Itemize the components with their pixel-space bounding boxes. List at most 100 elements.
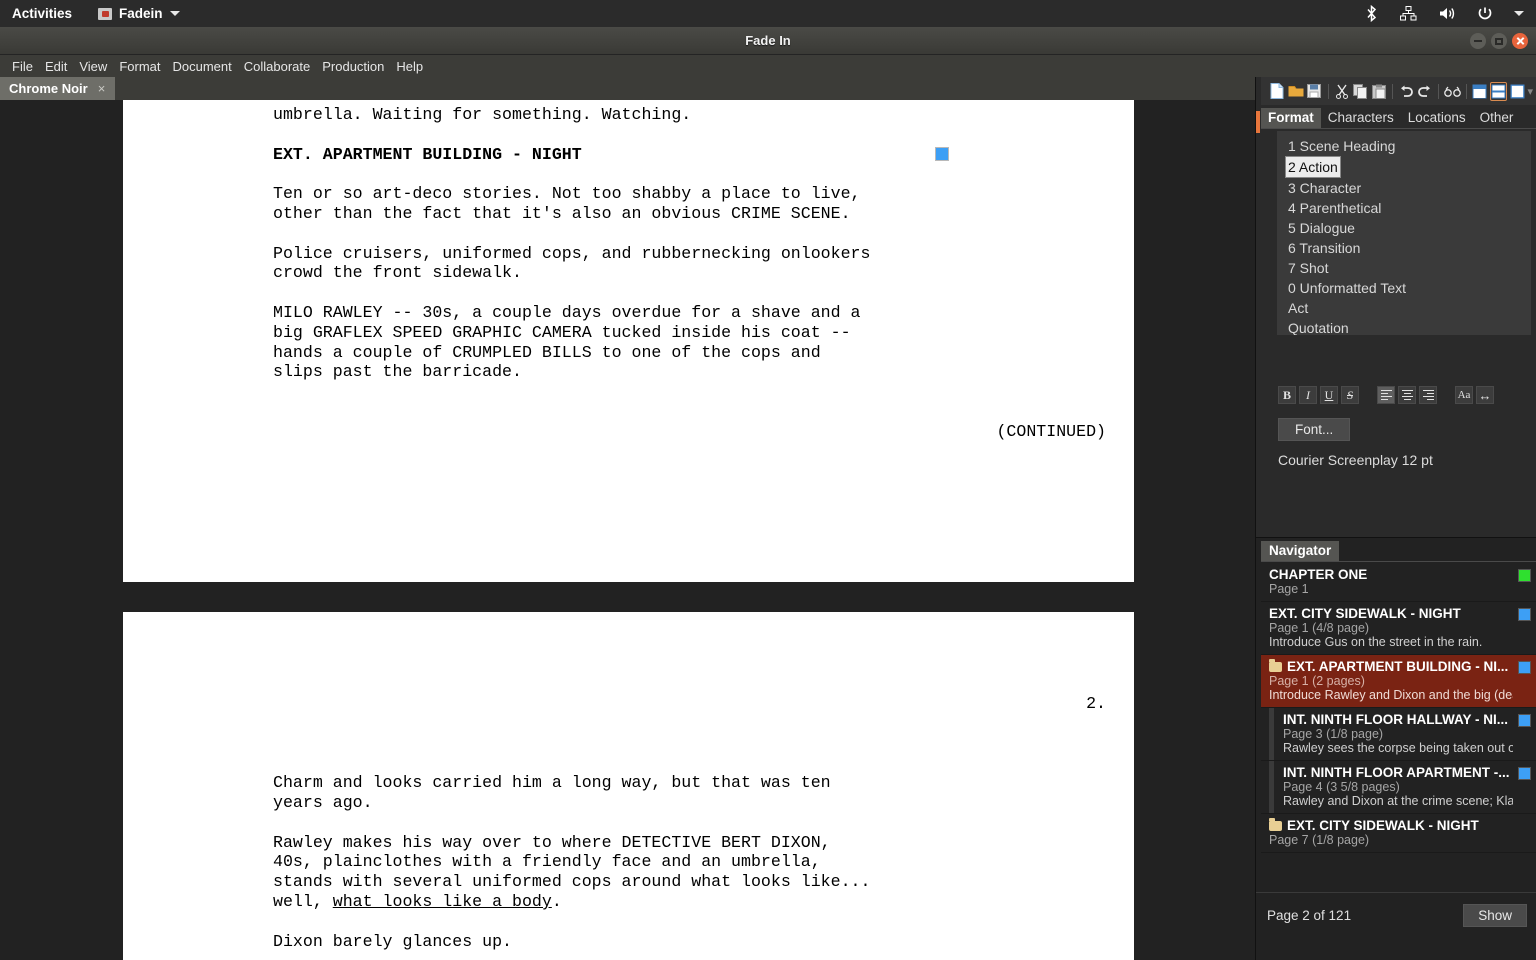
align-right-button[interactable] bbox=[1419, 386, 1437, 404]
navigator-color-chip[interactable] bbox=[1518, 569, 1531, 582]
font-button[interactable]: Font... bbox=[1278, 418, 1351, 441]
format-item-transition[interactable]: 6 Transition bbox=[1285, 238, 1363, 258]
format-item-parenthetical[interactable]: 4 Parenthetical bbox=[1285, 198, 1384, 218]
navigator-color-chip[interactable] bbox=[1518, 608, 1531, 621]
app-menu-button[interactable]: Fadein bbox=[98, 6, 180, 21]
navigator-row-ext-city-sidewalk-1[interactable]: EXT. CITY SIDEWALK - NIGHT Page 1 (4/8 p… bbox=[1261, 602, 1536, 655]
volume-icon[interactable] bbox=[1438, 6, 1456, 21]
navigator-row-title-text: INT. NINTH FLOOR APARTMENT -... bbox=[1283, 765, 1510, 780]
line-spacing-button[interactable]: ↔ bbox=[1476, 386, 1494, 404]
navigator-row-page: Page 1 (4/8 page) bbox=[1269, 621, 1370, 635]
italic-button[interactable]: I bbox=[1299, 386, 1317, 404]
format-item-act[interactable]: Act bbox=[1285, 298, 1311, 318]
page-status: Page 2 of 121 bbox=[1267, 908, 1352, 923]
view-split-icon[interactable] bbox=[1490, 81, 1507, 101]
menu-format[interactable]: Format bbox=[113, 57, 166, 76]
power-icon[interactable] bbox=[1477, 6, 1493, 22]
tray-chevron-down-icon[interactable] bbox=[1514, 11, 1524, 16]
format-item-action[interactable]: 2 Action bbox=[1285, 156, 1341, 178]
redo-icon[interactable] bbox=[1416, 82, 1433, 101]
copy-icon[interactable] bbox=[1352, 82, 1369, 101]
navigator-row-chapter-one[interactable]: CHAPTER ONE Page 1 bbox=[1261, 563, 1536, 602]
script-page-1[interactable]: umbrella. Waiting for something. Watchin… bbox=[123, 100, 1134, 582]
menu-collaborate[interactable]: Collaborate bbox=[238, 57, 317, 76]
format-item-character[interactable]: 3 Character bbox=[1285, 178, 1364, 198]
align-right-icon bbox=[1422, 389, 1434, 401]
find-icon[interactable] bbox=[1443, 82, 1461, 101]
tab-chrome-noir[interactable]: Chrome Noir × bbox=[0, 77, 116, 100]
script-editor[interactable]: umbrella. Waiting for something. Watchin… bbox=[0, 100, 1255, 960]
navigator-row-title-text: EXT. CITY SIDEWALK - NIGHT bbox=[1287, 818, 1479, 833]
align-left-button[interactable] bbox=[1377, 386, 1395, 404]
format-item-shot[interactable]: 7 Shot bbox=[1285, 258, 1331, 278]
navigator-row-title: EXT. CITY SIDEWALK - NIGHT bbox=[1269, 818, 1513, 833]
action-line: umbrella. Waiting for something. Watchin… bbox=[273, 105, 692, 124]
menu-document[interactable]: Document bbox=[166, 57, 237, 76]
paste-icon[interactable] bbox=[1370, 82, 1387, 101]
tab-format[interactable]: Format bbox=[1261, 108, 1321, 128]
app-menu-label: Fadein bbox=[119, 6, 163, 21]
save-icon[interactable] bbox=[1306, 82, 1323, 101]
navigator-color-chip[interactable] bbox=[1518, 661, 1531, 674]
tab-other[interactable]: Other bbox=[1473, 108, 1521, 128]
view-single-icon[interactable] bbox=[1472, 82, 1489, 101]
menu-file[interactable]: File bbox=[6, 57, 39, 76]
system-tray bbox=[1364, 5, 1524, 22]
show-button[interactable]: Show bbox=[1463, 904, 1527, 927]
format-item-dialogue[interactable]: 5 Dialogue bbox=[1285, 218, 1358, 238]
action-line: hands a couple of CRUMPLED BILLS to one … bbox=[273, 342, 821, 362]
navigator-row-int-ninth-floor-hallway[interactable]: INT. NINTH FLOOR HALLWAY - NI... Page 3 … bbox=[1261, 708, 1536, 761]
navigator-row-page: Page 3 (1/8 page) bbox=[1283, 727, 1384, 741]
navigator-row-title-text: EXT. APARTMENT BUILDING - NI... bbox=[1287, 659, 1509, 674]
open-folder-icon[interactable] bbox=[1288, 82, 1305, 101]
action-text-post: . bbox=[551, 891, 562, 911]
strikethrough-button[interactable]: S bbox=[1341, 386, 1359, 404]
panel-tabs: Format Characters Locations Other bbox=[1261, 107, 1536, 129]
minimize-button[interactable] bbox=[1470, 33, 1486, 49]
navigator-row-title: INT. NINTH FLOOR HALLWAY - NI... bbox=[1283, 712, 1513, 727]
format-item-scene-heading[interactable]: 1 Scene Heading bbox=[1285, 136, 1398, 156]
new-document-icon[interactable] bbox=[1269, 82, 1286, 101]
menu-edit[interactable]: Edit bbox=[39, 57, 73, 76]
bluetooth-icon[interactable] bbox=[1364, 5, 1379, 22]
tab-close-icon[interactable]: × bbox=[98, 81, 106, 96]
panel-accent-marker bbox=[1256, 111, 1260, 133]
align-center-button[interactable] bbox=[1398, 386, 1416, 404]
navigator-color-chip[interactable] bbox=[1518, 714, 1531, 727]
align-center-icon bbox=[1401, 389, 1413, 401]
navigator-row-synopsis: Rawley and Dixon at the crime scene; Kla… bbox=[1283, 794, 1513, 808]
navigator-row-ext-city-sidewalk-2[interactable]: EXT. CITY SIDEWALK - NIGHT Page 7 (1/8 p… bbox=[1261, 814, 1536, 853]
network-icon[interactable] bbox=[1400, 6, 1417, 21]
format-list[interactable]: 1 Scene Heading 2 Action 3 Character 4 P… bbox=[1276, 130, 1532, 336]
menu-view[interactable]: View bbox=[73, 57, 113, 76]
tab-locations[interactable]: Locations bbox=[1401, 108, 1473, 128]
bold-button[interactable]: B bbox=[1278, 386, 1296, 404]
menu-help[interactable]: Help bbox=[390, 57, 429, 76]
menu-production[interactable]: Production bbox=[316, 57, 390, 76]
script-page-2[interactable]: 2. Charm and looks carried him a long wa… bbox=[123, 612, 1134, 960]
underline-button[interactable]: U bbox=[1320, 386, 1338, 404]
maximize-button[interactable] bbox=[1491, 33, 1507, 49]
activities-button[interactable]: Activities bbox=[12, 6, 72, 21]
navigator-row-int-ninth-floor-apartment[interactable]: INT. NINTH FLOOR APARTMENT -... Page 4 (… bbox=[1261, 761, 1536, 814]
navigator-row-title-text: INT. NINTH FLOOR HALLWAY - NI... bbox=[1283, 712, 1509, 727]
view-full-icon[interactable] bbox=[1509, 82, 1526, 101]
close-button[interactable] bbox=[1512, 33, 1528, 49]
undo-icon[interactable] bbox=[1398, 82, 1415, 101]
action-line: other than the fact that it's also an ob… bbox=[273, 203, 851, 223]
toolbar-overflow-icon[interactable]: ▾ bbox=[1528, 85, 1536, 98]
scene-color-chip[interactable] bbox=[935, 147, 949, 161]
navigator-row-ext-apartment-building[interactable]: EXT. APARTMENT BUILDING - NI... Page 1 (… bbox=[1261, 655, 1536, 708]
tab-characters[interactable]: Characters bbox=[1321, 108, 1401, 128]
action-line: Police cruisers, uniformed cops, and rub… bbox=[273, 243, 871, 263]
format-item-unformatted-text[interactable]: 0 Unformatted Text bbox=[1285, 278, 1409, 298]
navigator-list[interactable]: CHAPTER ONE Page 1 EXT. CITY SIDEWALK - … bbox=[1261, 563, 1536, 918]
cut-icon[interactable] bbox=[1333, 82, 1350, 101]
action-line: crowd the front sidewalk. bbox=[273, 263, 522, 283]
tab-navigator[interactable]: Navigator bbox=[1261, 541, 1340, 561]
navigator-color-chip[interactable] bbox=[1518, 767, 1531, 780]
navigator-row-page: Page 1 bbox=[1269, 582, 1309, 596]
format-item-quotation[interactable]: Quotation bbox=[1285, 318, 1352, 335]
font-size-button[interactable]: Aa bbox=[1455, 386, 1473, 404]
formatting-buttons: B I U S Aa ↔ bbox=[1278, 383, 1528, 407]
